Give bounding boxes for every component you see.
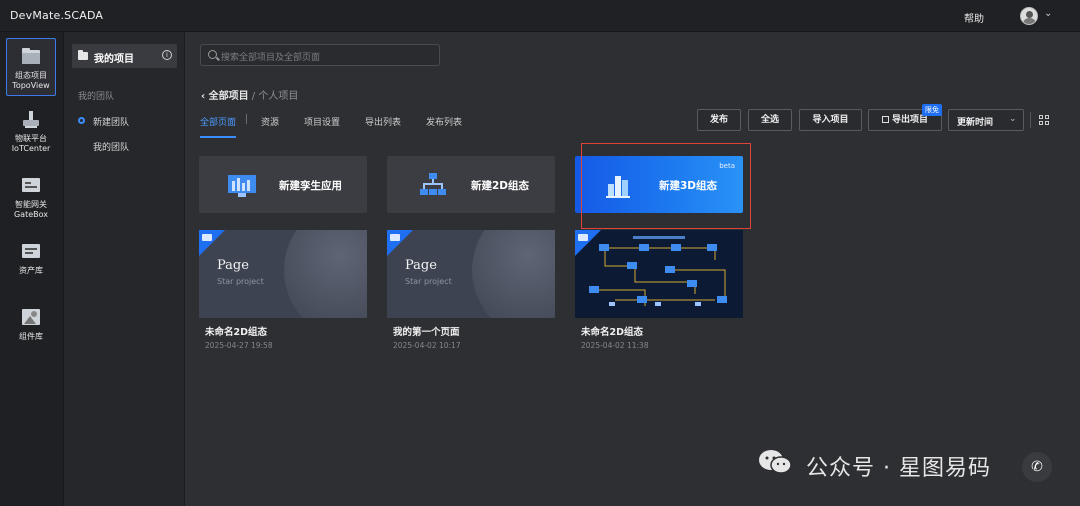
- folder-icon: [22, 48, 40, 64]
- search-icon: [208, 50, 217, 59]
- toolbar-divider: [1030, 112, 1031, 128]
- rail-item-topoview[interactable]: 组态项目 TopoView: [6, 38, 56, 96]
- my-projects-item[interactable]: 我的项目 i: [72, 44, 177, 68]
- project-thumbnail[interactable]: Page Star project: [387, 230, 555, 318]
- project-title[interactable]: 我的第一个页面: [393, 324, 460, 338]
- new-team-link[interactable]: 新建团队: [93, 115, 129, 128]
- rail-item-iotcenter[interactable]: 物联平台 IoTCenter: [6, 102, 56, 160]
- search-input[interactable]: 搜索全部项目及全部页面: [200, 44, 440, 66]
- import-project-button[interactable]: 导入项目: [799, 109, 862, 131]
- project-thumbnail[interactable]: [575, 230, 743, 318]
- project-panel: 我的项目 i 我的团队 新建团队 我的团队: [64, 32, 185, 506]
- asset-library-icon: [22, 244, 40, 258]
- rail-item-gatebox[interactable]: 智能网关 GateBox: [6, 168, 56, 226]
- app-title: DevMate.SCADA: [10, 9, 104, 22]
- tab-export-list[interactable]: 导出列表: [365, 115, 401, 128]
- chevron-down-icon[interactable]: ⌄: [1044, 8, 1052, 19]
- app-rail: 组态项目 TopoView 物联平台 IoTCenter 智能网关 GateBo…: [0, 32, 64, 506]
- create-twin-app-card[interactable]: 新建孪生应用: [199, 156, 367, 213]
- tab-resources[interactable]: 资源: [261, 115, 279, 128]
- avatar[interactable]: [1020, 7, 1038, 25]
- org-chart-icon: [420, 173, 446, 195]
- breadcrumb: ‹ 全部项目 / 个人项目: [201, 91, 299, 102]
- chevron-down-icon: ⌄: [1009, 114, 1017, 124]
- rail-item-assets[interactable]: 资产库: [6, 234, 56, 292]
- tab-publish-list[interactable]: 发布列表: [426, 115, 462, 128]
- monitor-icon: [390, 234, 400, 241]
- teams-header: 我的团队: [78, 92, 115, 102]
- monitor-icon: [202, 234, 212, 241]
- folder-icon: [78, 50, 88, 60]
- info-icon[interactable]: i: [162, 50, 172, 60]
- free-badge: 限免: [922, 104, 942, 116]
- create-2d-card[interactable]: 新建2D组态: [387, 156, 555, 213]
- gateway-icon: [22, 178, 40, 192]
- rail-item-components[interactable]: 组件库: [6, 300, 56, 358]
- export-icon: [881, 116, 889, 123]
- top-bar: DevMate.SCADA 帮助 ⌄: [0, 0, 1080, 32]
- breadcrumb-back[interactable]: ‹ 全部项目: [201, 91, 249, 102]
- breadcrumb-current: 个人项目: [258, 91, 299, 102]
- tab-all-pages[interactable]: 全部页面: [200, 115, 236, 128]
- component-library-icon: [22, 309, 40, 325]
- project-title[interactable]: 未命名2D组态: [581, 324, 643, 338]
- tab-active-indicator: [200, 136, 236, 138]
- wechat-logo-icon: [759, 450, 792, 474]
- project-title[interactable]: 未命名2D组态: [205, 324, 267, 338]
- twin-app-icon: [228, 175, 256, 197]
- iot-platform-icon: [23, 111, 39, 128]
- phone-icon[interactable]: ✆: [1022, 452, 1052, 482]
- monitor-icon: [578, 234, 588, 241]
- help-link[interactable]: 帮助: [964, 10, 984, 25]
- select-all-button[interactable]: 全选: [748, 109, 792, 131]
- project-date: 2025-04-27 19:58: [205, 341, 273, 350]
- my-team-item[interactable]: 我的团队: [93, 140, 129, 153]
- radio-dot-icon: [78, 117, 85, 124]
- tab-project-settings[interactable]: 项目设置: [304, 115, 340, 128]
- sort-select[interactable]: 更新时间 ⌄: [948, 109, 1024, 131]
- highlight-annotation: [581, 143, 751, 229]
- project-thumbnail[interactable]: Page Star project: [199, 230, 367, 318]
- grid-view-icon[interactable]: [1039, 115, 1049, 125]
- project-date: 2025-04-02 11:38: [581, 341, 649, 350]
- tab-divider: [246, 114, 247, 124]
- publish-button[interactable]: 发布: [697, 109, 741, 131]
- project-date: 2025-04-02 10:17: [393, 341, 461, 350]
